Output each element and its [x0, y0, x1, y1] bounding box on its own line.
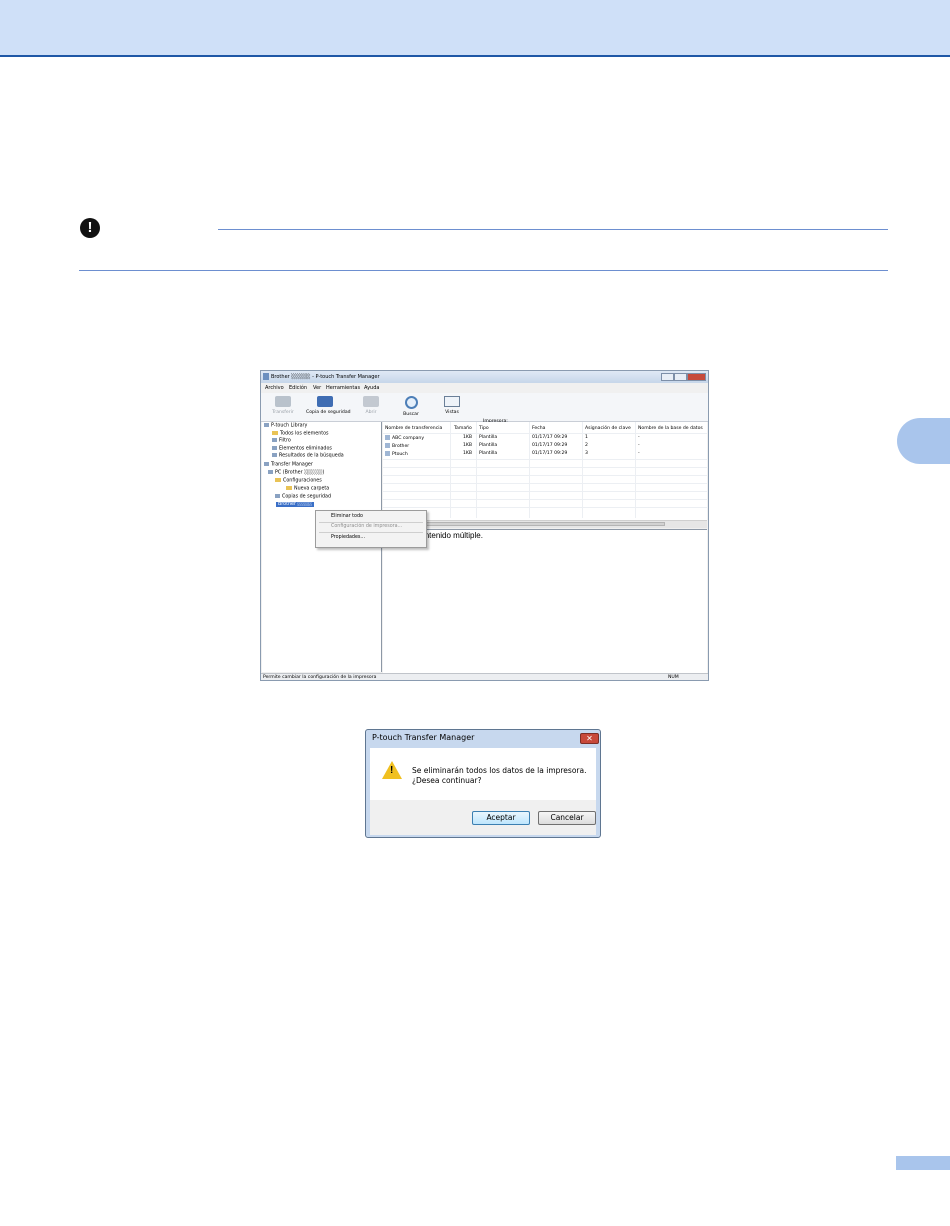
- status-text: Permite cambiar la configuración de la i…: [263, 675, 377, 680]
- backup-button[interactable]: Copia de seguridad: [306, 396, 351, 415]
- transfer-icon: [275, 396, 291, 407]
- open-button[interactable]: Abrir: [352, 396, 390, 415]
- status-num: NUM: [668, 675, 679, 680]
- tree-item-deleted[interactable]: Elementos eliminados: [272, 446, 332, 452]
- grid-line: [476, 422, 477, 518]
- maximize-button[interactable]: [674, 373, 687, 381]
- filter-icon: [272, 438, 277, 442]
- search-button[interactable]: Buscar: [392, 396, 430, 417]
- page-header-band: [0, 0, 950, 57]
- transfer-manager-window: Brother ░░░░░ - P-touch Transfer Manager…: [260, 370, 709, 681]
- important-rule-bottom: [79, 270, 888, 271]
- grid-line: [383, 507, 707, 508]
- backup-icon: [317, 396, 333, 407]
- menu-item-printer-settings[interactable]: Configuración de impresora...: [331, 524, 402, 529]
- grid-line: [383, 459, 707, 460]
- file-list: Nombre de transferencia Tamaño Tipo Fech…: [383, 422, 707, 528]
- menu-edicion[interactable]: Edición: [289, 385, 307, 391]
- grid-line: [383, 433, 707, 434]
- grid-line: [383, 491, 707, 492]
- chapter-tab: [897, 418, 950, 464]
- window-titlebar: Brother ░░░░░ - P-touch Transfer Manager: [261, 371, 708, 383]
- col-type[interactable]: Tipo: [479, 426, 489, 431]
- computer-icon: [268, 470, 273, 474]
- template-icon: [385, 443, 390, 448]
- backup-folder-icon: [275, 494, 280, 498]
- scroll-thumb[interactable]: [403, 522, 665, 526]
- search-icon: [272, 453, 277, 457]
- tree-item-new-folder[interactable]: Nueva carpeta: [286, 486, 329, 492]
- preview-pane: cionado contenido múltiple.: [383, 529, 707, 673]
- grid-line: [383, 483, 707, 484]
- cancel-button[interactable]: Cancelar: [538, 811, 596, 825]
- accept-button[interactable]: Aceptar: [472, 811, 530, 825]
- dialog-message-line1: Se eliminarán todos los datos de la impr…: [412, 766, 587, 775]
- menu-item-properties[interactable]: Propiedades...: [331, 535, 365, 540]
- grid-line: [383, 475, 707, 476]
- menu-ver[interactable]: Ver: [313, 385, 321, 391]
- tree-item-search-results[interactable]: Resultados de la búsqueda: [272, 453, 344, 459]
- col-date[interactable]: Fecha: [532, 426, 545, 431]
- trash-icon: [272, 446, 277, 450]
- toolbar: Transferir Copia de seguridad Abrir Busc…: [261, 393, 708, 436]
- menu-separator: [319, 532, 423, 533]
- close-button[interactable]: [687, 373, 706, 381]
- dialog-footer: Aceptar Cancelar: [370, 800, 596, 835]
- col-key[interactable]: Asignación de clave: [585, 426, 631, 431]
- important-rule-top: [218, 229, 888, 230]
- folder-icon: [272, 431, 278, 435]
- tree-item-pc[interactable]: PC (Brother ░░░░░): [268, 470, 324, 476]
- dialog-body: ! Se eliminarán todos los datos de la im…: [370, 748, 596, 800]
- transfer-button[interactable]: Transferir: [264, 396, 302, 415]
- menu-bar: Archivo Edición Ver Herramientas Ayuda: [261, 384, 708, 392]
- menu-item-delete-all[interactable]: Eliminar todo: [331, 514, 363, 519]
- grid-line: [450, 422, 451, 518]
- tree-item-filter[interactable]: Filtro: [272, 438, 291, 444]
- views-button[interactable]: Vistas: [433, 396, 471, 415]
- dialog-title: P-touch Transfer Manager: [372, 733, 475, 742]
- app-icon: [263, 373, 269, 380]
- dialog-close-button[interactable]: ✕: [580, 733, 599, 744]
- page-number-box: [896, 1156, 950, 1170]
- tree-item-configs[interactable]: Configuraciones: [275, 478, 322, 484]
- dialog-message-line2: ¿Desea continuar?: [412, 776, 482, 785]
- search-icon: [404, 396, 418, 409]
- tree-item-all[interactable]: Todos los elementos: [272, 431, 329, 437]
- transfer-manager-icon: [264, 462, 269, 466]
- col-name[interactable]: Nombre de transferencia: [385, 426, 442, 431]
- tree-item-printer[interactable]: Brother ░░░░: [276, 502, 315, 507]
- library-icon: [264, 423, 269, 427]
- views-icon: [444, 396, 460, 407]
- grid-line: [582, 422, 583, 518]
- tree-item-transfer-manager[interactable]: Transfer Manager: [264, 462, 313, 468]
- window-title: Brother ░░░░░ - P-touch Transfer Manager: [271, 374, 380, 380]
- grid-line: [383, 499, 707, 500]
- template-icon: [385, 451, 390, 456]
- horizontal-scrollbar[interactable]: [383, 520, 707, 528]
- menu-separator: [319, 522, 423, 523]
- context-menu: Eliminar todo Configuración de impresora…: [315, 510, 427, 548]
- status-bar: Permite cambiar la configuración de la i…: [261, 673, 708, 680]
- grid-line: [383, 467, 707, 468]
- folder-icon: [275, 478, 281, 482]
- open-icon: [363, 396, 379, 407]
- menu-archivo[interactable]: Archivo: [265, 385, 284, 391]
- menu-ayuda[interactable]: Ayuda: [364, 385, 379, 391]
- menu-herramientas[interactable]: Herramientas: [326, 385, 360, 391]
- tree-item-library[interactable]: P-touch Library: [264, 423, 307, 429]
- tree-item-backups[interactable]: Copias de seguridad: [275, 494, 331, 500]
- col-database[interactable]: Nombre de la base de datos: [638, 426, 703, 431]
- template-icon: [385, 435, 390, 440]
- col-size[interactable]: Tamaño: [454, 426, 472, 431]
- minimize-button[interactable]: [661, 373, 674, 381]
- folder-icon: [286, 486, 292, 490]
- grid-line: [635, 422, 636, 518]
- important-icon: !: [80, 218, 100, 238]
- confirm-dialog: P-touch Transfer Manager ✕ ! Se eliminar…: [365, 729, 601, 838]
- grid-line: [529, 422, 530, 518]
- warning-icon: !: [382, 761, 402, 779]
